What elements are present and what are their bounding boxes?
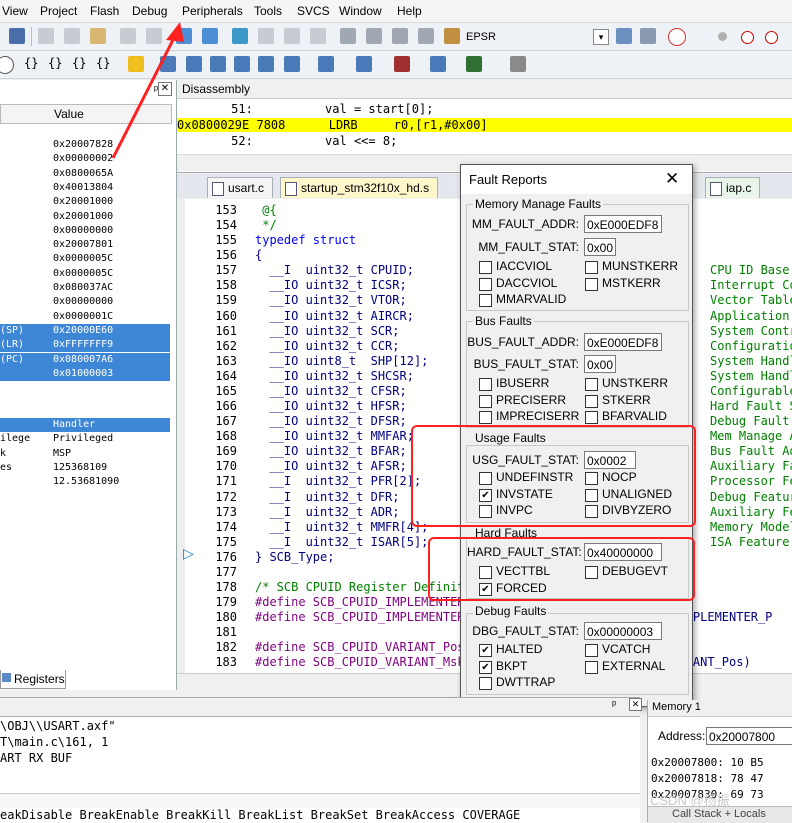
memory-address-field[interactable]: 0x20007800	[706, 727, 792, 745]
command-output-line: ART RX BUF	[0, 751, 73, 765]
command-input-field[interactable]	[0, 793, 640, 808]
call-stack-tab[interactable]: Call Stack + Locals	[672, 808, 766, 820]
memory-title: Memory 1	[652, 701, 701, 713]
close-icon[interactable]: ✕	[629, 698, 642, 711]
command-window[interactable]: \OBJ\\USART.axf" T\main.c\161, 1 ART RX …	[0, 716, 640, 823]
command-output-line: T\main.c\161, 1	[0, 735, 109, 749]
memory-row: 0x20007818: 78 47	[651, 772, 764, 785]
address-label: Address:	[658, 729, 706, 743]
memory-row: 0x20007800: 10 B5	[651, 756, 764, 769]
command-keywords: eakDisable BreakEnable BreakKill BreakLi…	[0, 808, 521, 822]
command-panel-header	[0, 697, 640, 716]
command-output-line: \OBJ\\USART.axf"	[0, 719, 116, 733]
watermark: CSDN @杨振	[650, 793, 730, 808]
pin-icon[interactable]: ᵖ	[612, 699, 616, 711]
